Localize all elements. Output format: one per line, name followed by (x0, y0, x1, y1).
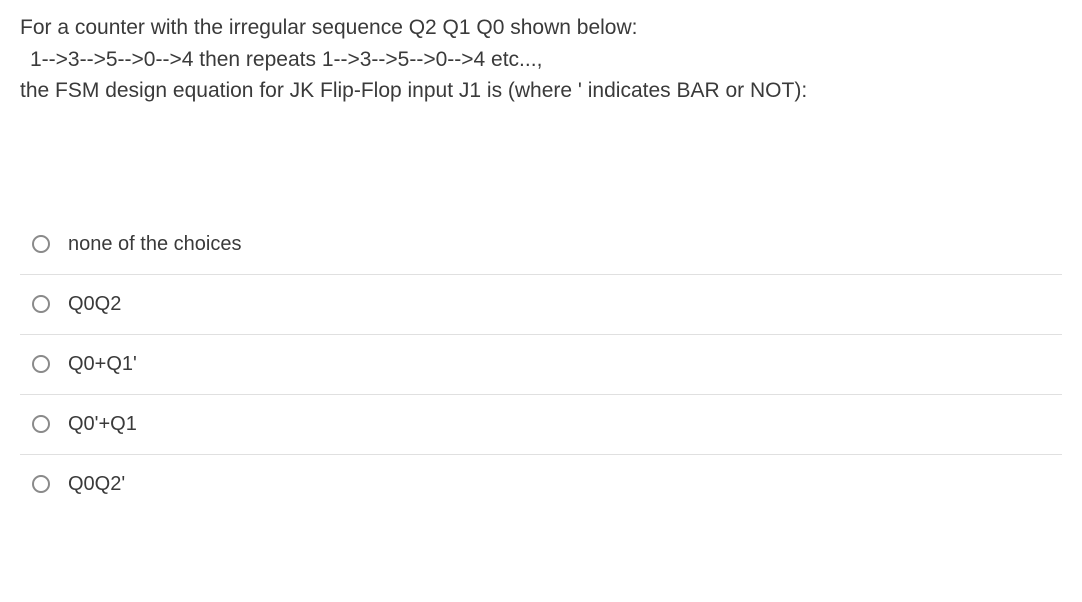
stem-line-1: For a counter with the irregular sequenc… (20, 12, 1062, 44)
choice-row[interactable]: Q0'+Q1 (20, 394, 1062, 454)
choice-label: Q0Q2 (68, 293, 121, 316)
choice-row[interactable]: Q0+Q1' (20, 334, 1062, 394)
radio-icon[interactable] (32, 355, 50, 373)
question-stem: For a counter with the irregular sequenc… (20, 12, 1062, 107)
radio-icon[interactable] (32, 235, 50, 253)
radio-icon[interactable] (32, 475, 50, 493)
question-container: For a counter with the irregular sequenc… (0, 0, 1082, 514)
answer-choices: none of the choices Q0Q2 Q0+Q1' Q0'+Q1 Q… (20, 215, 1062, 514)
choice-label: Q0Q2' (68, 473, 125, 496)
choice-row[interactable]: Q0Q2' (20, 454, 1062, 514)
stem-line-3: the FSM design equation for JK Flip-Flop… (20, 75, 1062, 107)
radio-icon[interactable] (32, 295, 50, 313)
choice-label: Q0'+Q1 (68, 413, 137, 436)
stem-line-2: 1-->3-->5-->0-->4 then repeats 1-->3-->5… (20, 44, 1062, 76)
choice-row[interactable]: none of the choices (20, 215, 1062, 274)
choice-label: Q0+Q1' (68, 353, 137, 376)
choice-label: none of the choices (68, 233, 241, 256)
choice-row[interactable]: Q0Q2 (20, 274, 1062, 334)
radio-icon[interactable] (32, 415, 50, 433)
